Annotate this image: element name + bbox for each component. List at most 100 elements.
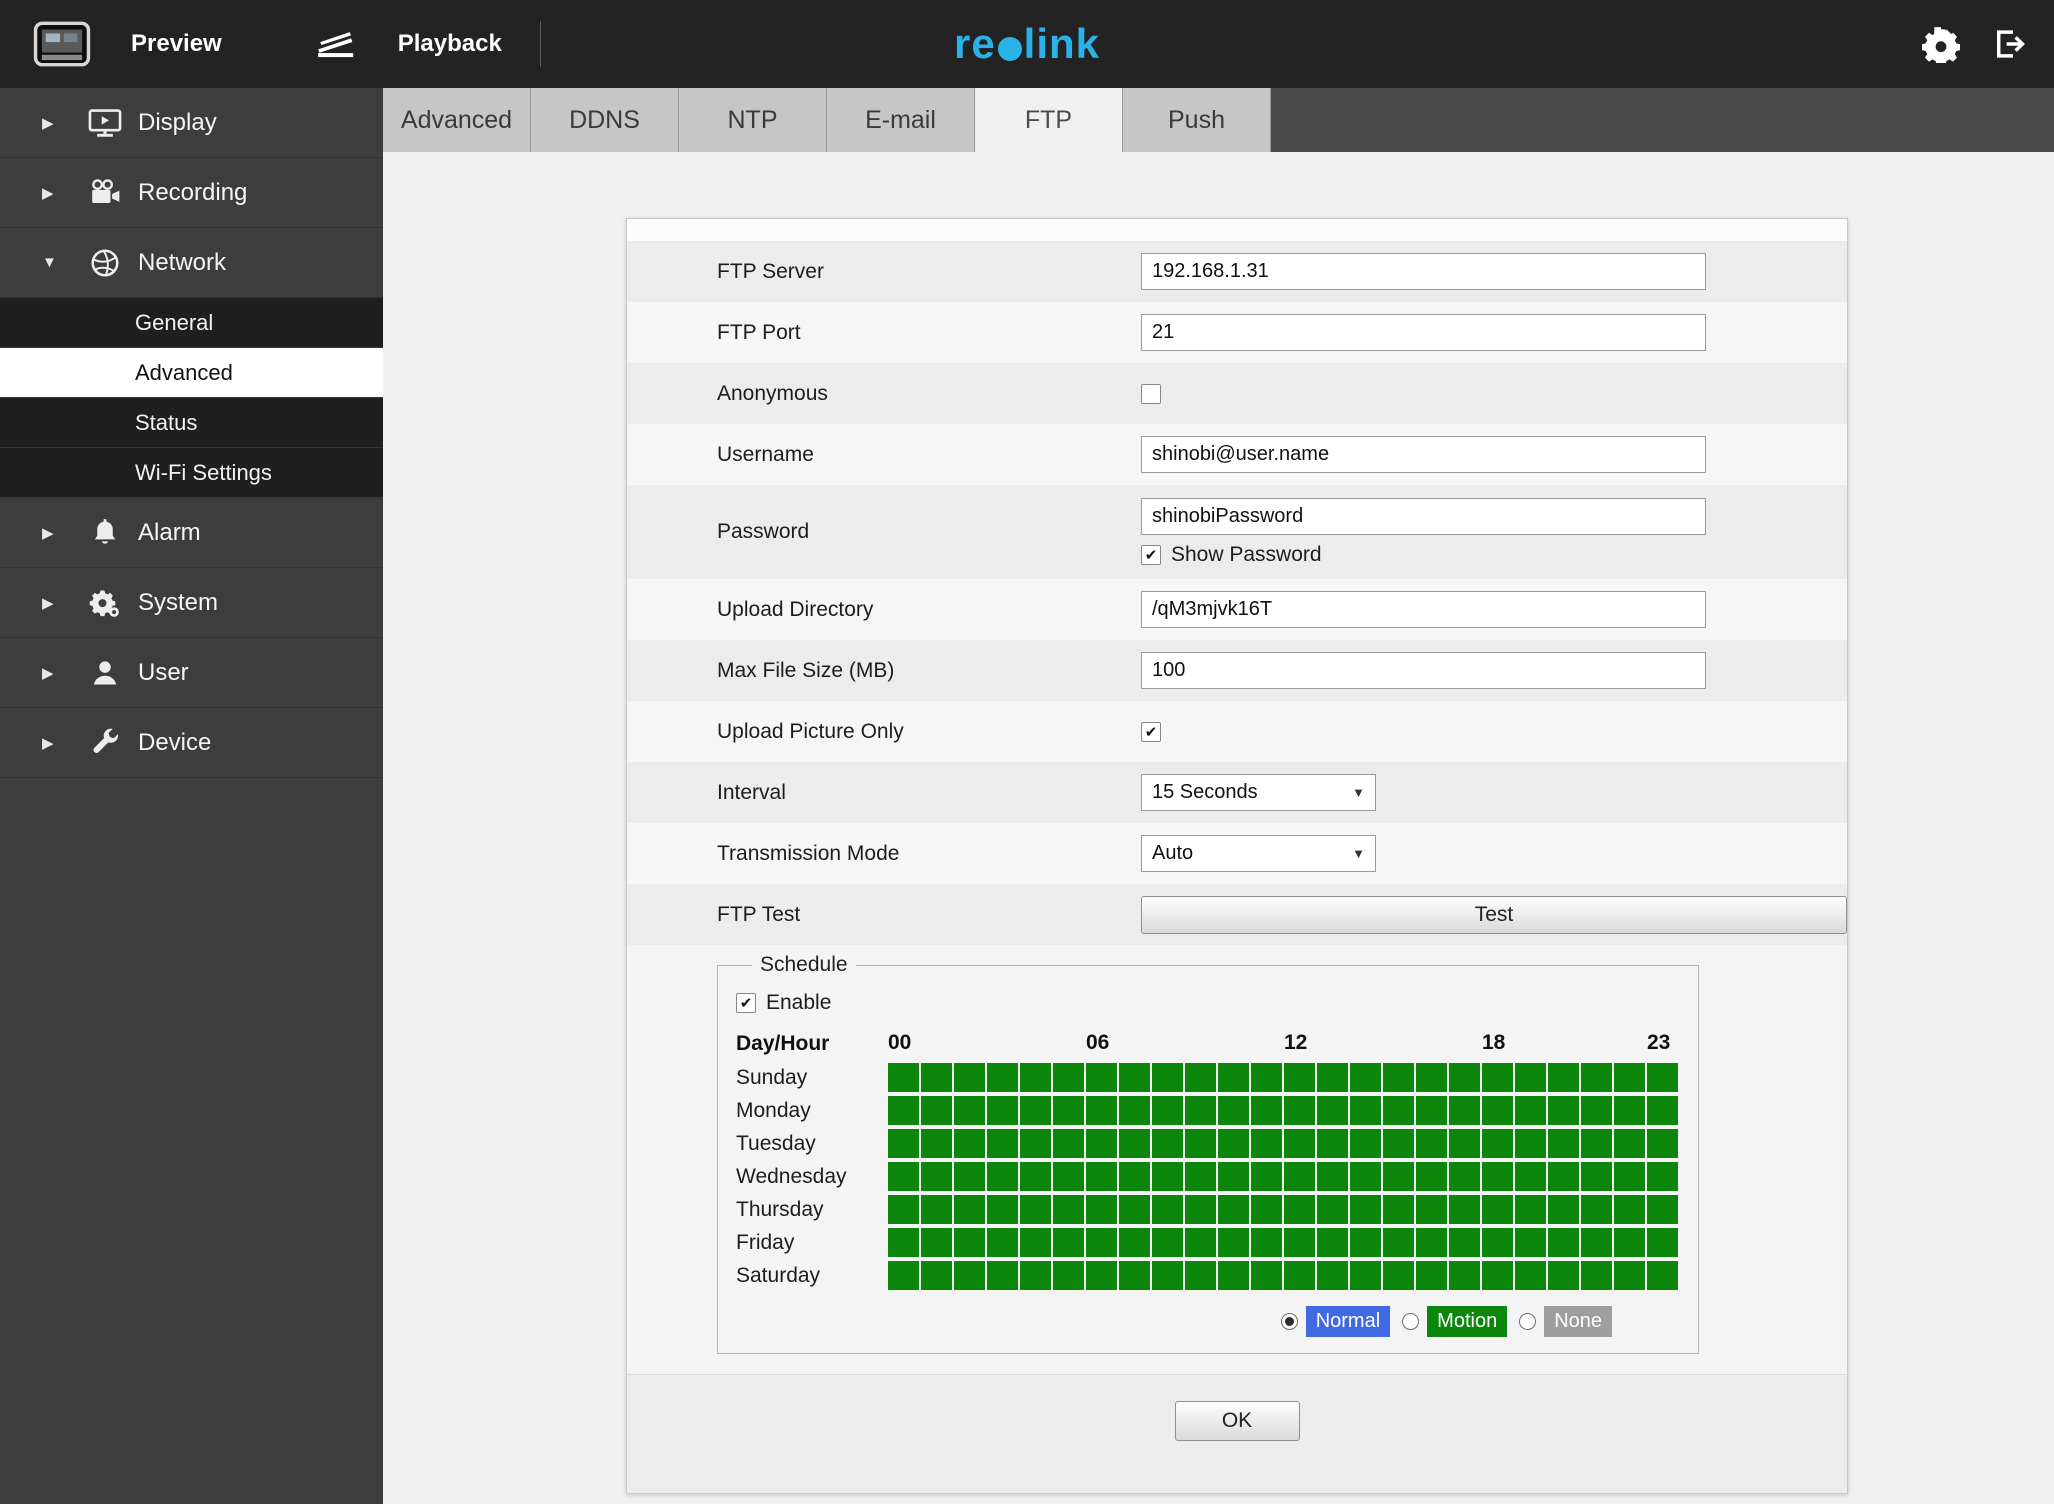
preview-nav[interactable]: Preview xyxy=(131,30,222,58)
schedule-cell[interactable] xyxy=(1383,1261,1414,1290)
schedule-cell[interactable] xyxy=(1185,1162,1216,1191)
schedule-cell[interactable] xyxy=(1449,1129,1480,1158)
schedule-cell[interactable] xyxy=(1350,1129,1381,1158)
schedule-cell[interactable] xyxy=(1647,1063,1678,1092)
max-file-size-mb-input[interactable] xyxy=(1141,652,1706,689)
schedule-cell[interactable] xyxy=(888,1195,919,1224)
tab-ddns[interactable]: DDNS xyxy=(531,88,679,152)
schedule-cell[interactable] xyxy=(1416,1096,1447,1125)
schedule-cell[interactable] xyxy=(954,1228,985,1257)
schedule-cell[interactable] xyxy=(1515,1228,1546,1257)
schedule-cell[interactable] xyxy=(1218,1261,1249,1290)
schedule-cell[interactable] xyxy=(921,1063,952,1092)
schedule-cell[interactable] xyxy=(1614,1063,1645,1092)
playback-icon[interactable] xyxy=(314,27,358,61)
normal-radio[interactable] xyxy=(1280,1313,1298,1330)
schedule-cell[interactable] xyxy=(1251,1096,1282,1125)
schedule-cell[interactable] xyxy=(1548,1162,1579,1191)
schedule-cell[interactable] xyxy=(1317,1129,1348,1158)
test-button[interactable]: Test xyxy=(1141,895,1847,934)
playback-nav[interactable]: Playback xyxy=(398,30,502,58)
preview-thumb-icon[interactable] xyxy=(33,21,91,67)
schedule-cell[interactable] xyxy=(1218,1129,1249,1158)
schedule-cell[interactable] xyxy=(1647,1195,1678,1224)
schedule-cell[interactable] xyxy=(987,1129,1018,1158)
tab-advanced[interactable]: Advanced xyxy=(383,88,531,152)
schedule-cell[interactable] xyxy=(1218,1096,1249,1125)
schedule-cell[interactable] xyxy=(921,1195,952,1224)
schedule-cell[interactable] xyxy=(1086,1228,1117,1257)
schedule-cell[interactable] xyxy=(1581,1162,1612,1191)
schedule-cell[interactable] xyxy=(1152,1195,1183,1224)
schedule-cell[interactable] xyxy=(1383,1129,1414,1158)
schedule-cell[interactable] xyxy=(1647,1096,1678,1125)
schedule-cell[interactable] xyxy=(954,1195,985,1224)
upload-picture-only-checkbox[interactable]: ✔ xyxy=(1141,721,1161,742)
schedule-cell[interactable] xyxy=(1119,1261,1150,1290)
schedule-cell[interactable] xyxy=(1449,1261,1480,1290)
show-password-checkbox[interactable]: ✔ xyxy=(1141,544,1161,565)
schedule-cell[interactable] xyxy=(1317,1063,1348,1092)
schedule-cell[interactable] xyxy=(1086,1162,1117,1191)
schedule-cell[interactable] xyxy=(1482,1162,1513,1191)
schedule-cell[interactable] xyxy=(1383,1195,1414,1224)
sidebar-subitem-wi-fi-settings[interactable]: Wi-Fi Settings xyxy=(0,448,383,498)
schedule-cell[interactable] xyxy=(1449,1162,1480,1191)
schedule-cell[interactable] xyxy=(1548,1195,1579,1224)
schedule-cell[interactable] xyxy=(1350,1261,1381,1290)
schedule-cell[interactable] xyxy=(1482,1129,1513,1158)
schedule-cell[interactable] xyxy=(921,1096,952,1125)
schedule-cell[interactable] xyxy=(1647,1261,1678,1290)
schedule-cell[interactable] xyxy=(1614,1096,1645,1125)
schedule-cell[interactable] xyxy=(987,1162,1018,1191)
schedule-cell[interactable] xyxy=(1416,1162,1447,1191)
schedule-cell[interactable] xyxy=(1185,1096,1216,1125)
schedule-cell[interactable] xyxy=(1581,1096,1612,1125)
schedule-cell[interactable] xyxy=(1515,1129,1546,1158)
schedule-cell[interactable] xyxy=(954,1096,985,1125)
schedule-cell[interactable] xyxy=(1581,1195,1612,1224)
sidebar-item-user[interactable]: ▶ User xyxy=(0,638,383,708)
schedule-cell[interactable] xyxy=(1614,1228,1645,1257)
tab-ftp[interactable]: FTP xyxy=(975,88,1123,152)
schedule-cell[interactable] xyxy=(888,1228,919,1257)
schedule-cell[interactable] xyxy=(1614,1162,1645,1191)
sidebar-item-device[interactable]: ▶ Device xyxy=(0,708,383,778)
schedule-cell[interactable] xyxy=(1350,1195,1381,1224)
schedule-cell[interactable] xyxy=(1020,1129,1051,1158)
sidebar-item-system[interactable]: ▶ System xyxy=(0,568,383,638)
schedule-cell[interactable] xyxy=(1185,1063,1216,1092)
schedule-cell[interactable] xyxy=(1020,1063,1051,1092)
schedule-cell[interactable] xyxy=(1218,1195,1249,1224)
schedule-cell[interactable] xyxy=(1251,1063,1282,1092)
schedule-cell[interactable] xyxy=(987,1096,1018,1125)
schedule-cell[interactable] xyxy=(1482,1063,1513,1092)
schedule-cell[interactable] xyxy=(1119,1195,1150,1224)
schedule-cell[interactable] xyxy=(1449,1096,1480,1125)
schedule-cell[interactable] xyxy=(1350,1096,1381,1125)
sidebar-subitem-status[interactable]: Status xyxy=(0,398,383,448)
schedule-cell[interactable] xyxy=(1218,1162,1249,1191)
none-radio[interactable] xyxy=(1519,1313,1537,1330)
schedule-cell[interactable] xyxy=(888,1261,919,1290)
schedule-cell[interactable] xyxy=(921,1228,952,1257)
schedule-cell[interactable] xyxy=(1317,1195,1348,1224)
schedule-cell[interactable] xyxy=(1449,1063,1480,1092)
schedule-cell[interactable] xyxy=(1284,1063,1315,1092)
schedule-cell[interactable] xyxy=(1284,1129,1315,1158)
schedule-cell[interactable] xyxy=(1020,1261,1051,1290)
schedule-cell[interactable] xyxy=(921,1129,952,1158)
schedule-cell[interactable] xyxy=(1020,1096,1051,1125)
interval-select[interactable]: 15 Seconds ▼ xyxy=(1141,774,1376,811)
schedule-cell[interactable] xyxy=(1119,1129,1150,1158)
schedule-cell[interactable] xyxy=(1152,1129,1183,1158)
schedule-cell[interactable] xyxy=(1152,1162,1183,1191)
schedule-cell[interactable] xyxy=(1119,1096,1150,1125)
schedule-cell[interactable] xyxy=(987,1063,1018,1092)
schedule-cell[interactable] xyxy=(1020,1228,1051,1257)
anonymous-checkbox[interactable] xyxy=(1141,383,1161,404)
schedule-cell[interactable] xyxy=(1086,1195,1117,1224)
schedule-cell[interactable] xyxy=(1251,1129,1282,1158)
ftp-port-input[interactable] xyxy=(1141,314,1706,351)
schedule-cell[interactable] xyxy=(1647,1228,1678,1257)
